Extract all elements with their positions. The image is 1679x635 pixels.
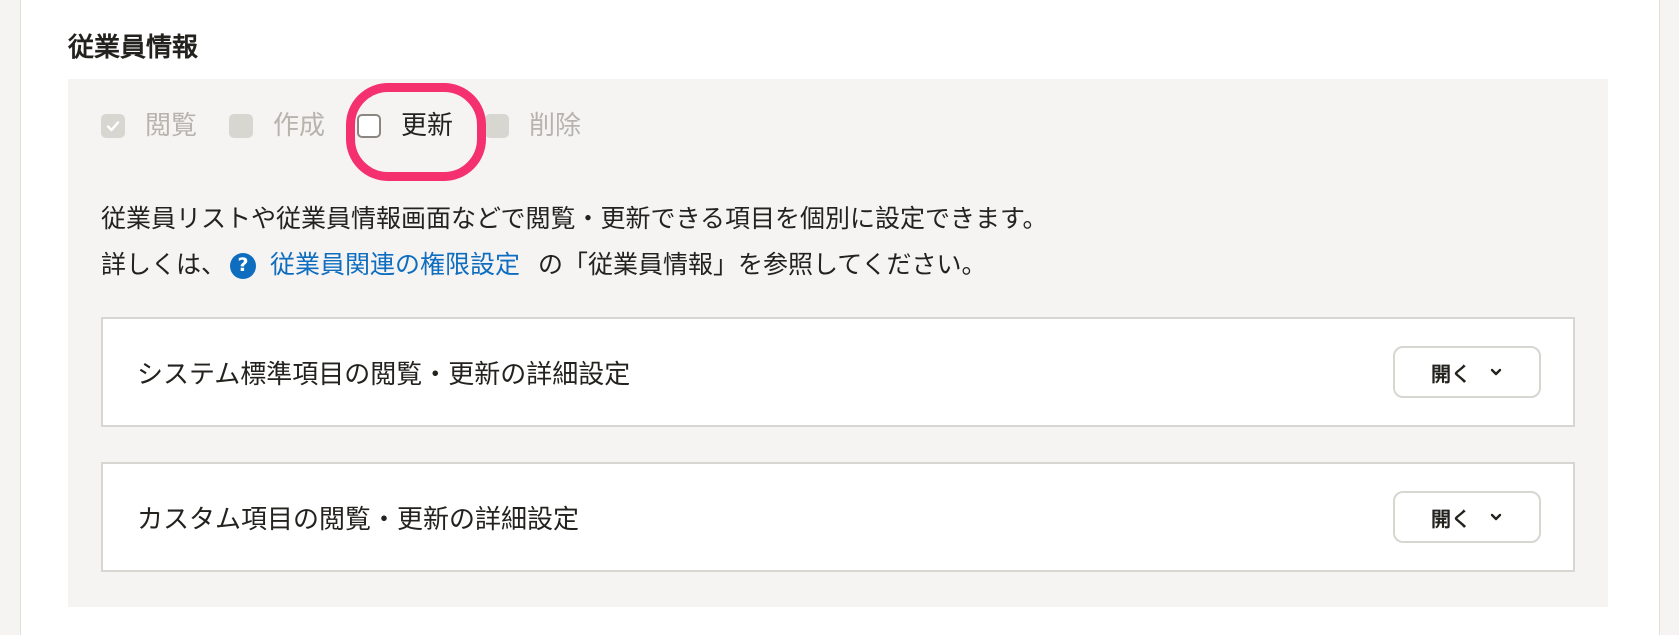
create-label: 作成 [273,111,326,141]
update-checkbox[interactable] [357,114,382,138]
permission-checkbox-row: 閲覧 作成 更新 削除 [101,106,613,146]
permission-delete: 削除 [485,106,581,146]
permission-description: 従業員リストや従業員情報画面などで閲覧・更新できる項目を個別に設定できます。 詳… [101,196,1048,288]
accordion-standard-fields-title: システム標準項目の閲覧・更新の詳細設定 [137,359,631,390]
section-title: 従業員情報 [68,33,199,63]
open-button-label: 開く [1431,506,1471,531]
description-prefix: 詳しくは、 [101,250,227,279]
open-custom-fields-button[interactable]: 開く [1393,491,1541,543]
employee-permission-help-link[interactable]: 従業員関連の権限設定 [270,250,520,279]
open-button-label: 開く [1431,361,1471,386]
accordion-custom-fields: カスタム項目の閲覧・更新の詳細設定 開く [101,462,1575,572]
delete-label: 削除 [529,111,582,141]
permission-update: 更新 [357,106,453,146]
description-line-1: 従業員リストや従業員情報画面などで閲覧・更新できる項目を個別に設定できます。 [101,204,1048,233]
check-icon [106,121,120,132]
question-circle-icon: ? [230,252,257,279]
permission-create: 作成 [229,106,325,146]
description-suffix: の「従業員情報」を参照してください。 [538,250,987,279]
view-checkbox[interactable] [101,114,125,138]
view-label: 閲覧 [145,111,198,141]
chevron-down-icon [1489,365,1503,379]
description-line-2: 詳しくは、? 従業員関連の権限設定 の「従業員情報」を参照してください。 [101,242,1048,288]
delete-checkbox[interactable] [485,114,510,138]
create-checkbox[interactable] [229,114,254,138]
update-label: 更新 [401,111,454,141]
open-standard-fields-button[interactable]: 開く [1393,346,1541,398]
accordion-standard-fields: システム標準項目の閲覧・更新の詳細設定 開く [101,317,1575,427]
chevron-down-icon [1489,510,1503,524]
permission-view: 閲覧 [101,106,197,146]
accordion-custom-fields-title: カスタム項目の閲覧・更新の詳細設定 [137,504,580,535]
